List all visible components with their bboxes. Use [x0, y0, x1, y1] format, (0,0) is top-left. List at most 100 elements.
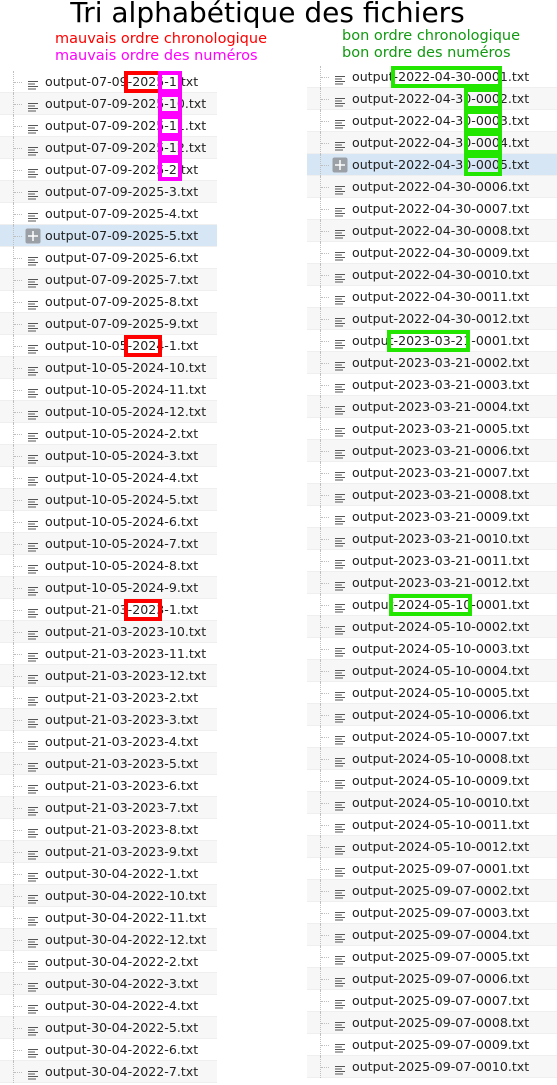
file-row[interactable]: output-2024-05-10-0001.txt [307, 594, 557, 616]
file-row[interactable]: output-2023-03-21-0006.txt [307, 440, 557, 462]
file-row[interactable]: output-07-09-2025-1.txt [0, 71, 217, 93]
file-row[interactable]: output-10-05-2024-9.txt [0, 577, 217, 599]
file-row[interactable]: output-21-03-2023-11.txt [0, 643, 217, 665]
file-row[interactable]: output-21-03-2023-10.txt [0, 621, 217, 643]
file-row[interactable]: output-10-05-2024-1.txt [0, 335, 217, 357]
file-row[interactable]: output-21-03-2023-4.txt [0, 731, 217, 753]
file-row[interactable]: output-2024-05-10-0012.txt [307, 836, 557, 858]
file-row[interactable]: output-07-09-2025-5.txt [0, 225, 217, 247]
file-row[interactable]: output-2023-03-21-0001.txt [307, 330, 557, 352]
file-row[interactable]: output-2025-09-07-0001.txt [307, 858, 557, 880]
text-file-icon [27, 296, 39, 310]
file-row[interactable]: output-2025-09-07-0004.txt [307, 924, 557, 946]
file-row[interactable]: output-21-03-2023-3.txt [0, 709, 217, 731]
file-row[interactable]: output-2023-03-21-0007.txt [307, 462, 557, 484]
file-row[interactable]: output-2025-09-07-0006.txt [307, 968, 557, 990]
file-row[interactable]: output-2025-09-07-0010.txt [307, 1056, 557, 1078]
file-row[interactable]: output-30-04-2022-1.txt [0, 863, 217, 885]
file-row[interactable]: output-2024-05-10-0006.txt [307, 704, 557, 726]
file-row[interactable]: output-07-09-2025-8.txt [0, 291, 217, 313]
file-row[interactable]: output-2022-04-30-0010.txt [307, 264, 557, 286]
file-row[interactable]: output-30-04-2022-4.txt [0, 995, 217, 1017]
file-row[interactable]: output-2022-04-30-0001.txt [307, 66, 557, 88]
file-row[interactable]: output-10-05-2024-7.txt [0, 533, 217, 555]
tree-line [13, 269, 24, 291]
file-row[interactable]: output-2022-04-30-0006.txt [307, 176, 557, 198]
file-name: output-30-04-2022-1.txt [45, 866, 199, 881]
file-row[interactable]: output-2022-04-30-0005.txt [307, 154, 557, 176]
file-row[interactable]: output-21-03-2023-7.txt [0, 797, 217, 819]
file-row[interactable]: output-30-04-2022-11.txt [0, 907, 217, 929]
file-row[interactable]: output-07-09-2025-12.txt [0, 137, 217, 159]
file-row[interactable]: output-2022-04-30-0002.txt [307, 88, 557, 110]
file-row[interactable]: output-07-09-2025-6.txt [0, 247, 217, 269]
file-row[interactable]: output-2022-04-30-0003.txt [307, 110, 557, 132]
file-row[interactable]: output-2024-05-10-0009.txt [307, 770, 557, 792]
file-row[interactable]: output-10-05-2024-12.txt [0, 401, 217, 423]
file-row[interactable]: output-2024-05-10-0002.txt [307, 616, 557, 638]
file-row[interactable]: output-10-05-2024-3.txt [0, 445, 217, 467]
file-row[interactable]: output-2023-03-21-0009.txt [307, 506, 557, 528]
file-row[interactable]: output-07-09-2025-11.txt [0, 115, 217, 137]
file-row[interactable]: output-21-03-2023-12.txt [0, 665, 217, 687]
file-row[interactable]: output-2022-04-30-0012.txt [307, 308, 557, 330]
file-row[interactable]: output-2025-09-07-0003.txt [307, 902, 557, 924]
file-row[interactable]: output-10-05-2024-6.txt [0, 511, 217, 533]
file-row[interactable]: output-2023-03-21-0008.txt [307, 484, 557, 506]
file-row[interactable]: output-2024-05-10-0010.txt [307, 792, 557, 814]
file-row[interactable]: output-30-04-2022-12.txt [0, 929, 217, 951]
file-row[interactable]: output-30-04-2022-3.txt [0, 973, 217, 995]
file-row[interactable]: output-10-05-2024-8.txt [0, 555, 217, 577]
file-row[interactable]: output-2025-09-07-0007.txt [307, 990, 557, 1012]
file-row[interactable]: output-10-05-2024-10.txt [0, 357, 217, 379]
file-row[interactable]: output-10-05-2024-11.txt [0, 379, 217, 401]
file-name: output-21-03-2023-8.txt [45, 822, 199, 837]
file-row[interactable]: output-2023-03-21-0003.txt [307, 374, 557, 396]
file-row[interactable]: output-21-03-2023-5.txt [0, 753, 217, 775]
file-row[interactable]: output-21-03-2023-2.txt [0, 687, 217, 709]
file-row[interactable]: output-2025-09-07-0008.txt [307, 1012, 557, 1034]
file-row[interactable]: output-30-04-2022-5.txt [0, 1017, 217, 1039]
file-row[interactable]: output-21-03-2023-9.txt [0, 841, 217, 863]
file-row[interactable]: output-21-03-2023-8.txt [0, 819, 217, 841]
file-row[interactable]: output-30-04-2022-2.txt [0, 951, 217, 973]
file-row[interactable]: output-07-09-2025-4.txt [0, 203, 217, 225]
file-row[interactable]: output-2022-04-30-0009.txt [307, 242, 557, 264]
file-row[interactable]: output-2023-03-21-0004.txt [307, 396, 557, 418]
file-row[interactable]: output-2023-03-21-0012.txt [307, 572, 557, 594]
file-row[interactable]: output-2024-05-10-0005.txt [307, 682, 557, 704]
file-row[interactable]: output-2024-05-10-0003.txt [307, 638, 557, 660]
file-row[interactable]: output-30-04-2022-6.txt [0, 1039, 217, 1061]
file-row[interactable]: output-10-05-2024-2.txt [0, 423, 217, 445]
file-row[interactable]: output-2023-03-21-0002.txt [307, 352, 557, 374]
file-row[interactable]: output-30-04-2022-10.txt [0, 885, 217, 907]
file-row[interactable]: output-21-03-2023-6.txt [0, 775, 217, 797]
file-row[interactable]: output-2022-04-30-0011.txt [307, 286, 557, 308]
tree-line [320, 154, 331, 176]
file-row[interactable]: output-2024-05-10-0011.txt [307, 814, 557, 836]
file-row[interactable]: output-2025-09-07-0002.txt [307, 880, 557, 902]
file-row[interactable]: output-2025-09-07-0005.txt [307, 946, 557, 968]
text-file-icon [27, 340, 39, 354]
file-row[interactable]: output-2022-04-30-0007.txt [307, 198, 557, 220]
file-row[interactable]: output-07-09-2025-9.txt [0, 313, 217, 335]
file-row[interactable]: output-07-09-2025-7.txt [0, 269, 217, 291]
file-row[interactable]: output-07-09-2025-2.txt [0, 159, 217, 181]
file-row[interactable]: output-2022-04-30-0004.txt [307, 132, 557, 154]
file-row[interactable]: output-30-04-2022-7.txt [0, 1061, 217, 1083]
file-row[interactable]: output-10-05-2024-4.txt [0, 467, 217, 489]
file-name: output-07-09-2025-9.txt [45, 316, 199, 331]
file-row[interactable]: output-10-05-2024-5.txt [0, 489, 217, 511]
file-row[interactable]: output-2024-05-10-0007.txt [307, 726, 557, 748]
file-row[interactable]: output-2024-05-10-0004.txt [307, 660, 557, 682]
file-row[interactable]: output-2024-05-10-0008.txt [307, 748, 557, 770]
file-row[interactable]: output-2025-09-07-0009.txt [307, 1034, 557, 1056]
file-row[interactable]: output-2023-03-21-0010.txt [307, 528, 557, 550]
file-row[interactable]: output-2022-04-30-0008.txt [307, 220, 557, 242]
file-row[interactable]: output-07-09-2025-10.txt [0, 93, 217, 115]
file-row[interactable]: output-2023-03-21-0005.txt [307, 418, 557, 440]
file-name: output-07-09-2025-5.txt [45, 228, 199, 243]
file-row[interactable]: output-07-09-2025-3.txt [0, 181, 217, 203]
file-row[interactable]: output-2023-03-21-0011.txt [307, 550, 557, 572]
file-row[interactable]: output-21-03-2023-1.txt [0, 599, 217, 621]
